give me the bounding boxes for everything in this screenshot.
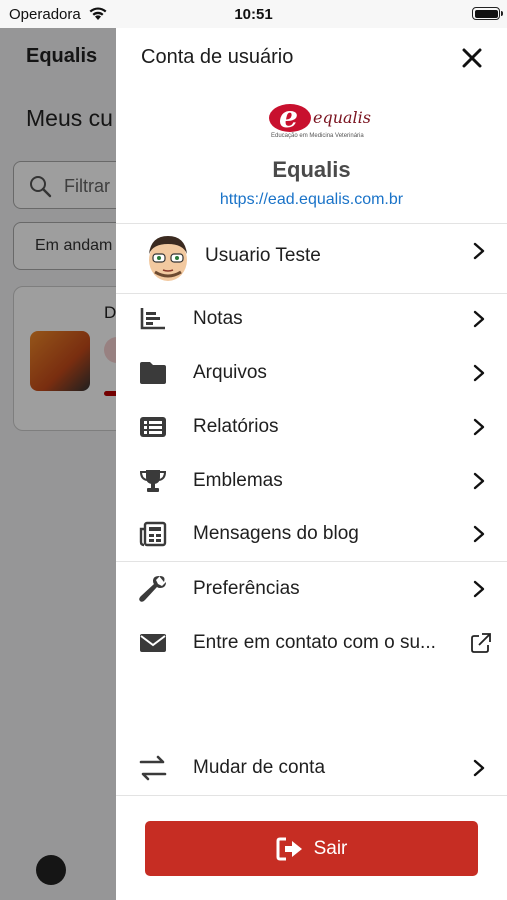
menu-label: Mensagens do blog [193, 523, 359, 544]
chevron-right-icon [473, 242, 485, 260]
menu-item-relatorios[interactable]: Relatórios [116, 400, 507, 454]
site-url-link[interactable]: https://ead.equalis.com.br [116, 191, 507, 209]
chevron-right-icon [473, 525, 485, 543]
user-account-drawer: Conta de usuário e equalis Educação em M… [116, 28, 507, 900]
menu-item-emblemas[interactable]: Emblemas [116, 454, 507, 508]
close-icon [462, 48, 482, 68]
sign-out-icon [276, 837, 302, 860]
chevron-right-icon [473, 310, 485, 328]
menu-label: Arquivos [193, 362, 267, 383]
menu-label: Relatórios [193, 416, 279, 437]
menu-label: Emblemas [193, 470, 283, 491]
drawer-title: Conta de usuário [141, 46, 294, 68]
logout-label: Sair [313, 837, 348, 859]
chevron-right-icon [473, 418, 485, 436]
menu-item-preferencias[interactable]: Preferências [116, 562, 507, 616]
logo-tagline: Educação em Medicina Veterinária [271, 133, 364, 139]
clock: 10:51 [234, 6, 273, 23]
avatar [149, 236, 187, 281]
menu-item-notas[interactable]: Notas [116, 292, 507, 346]
menu-item-contact-support[interactable]: Entre em contato com o su... [116, 616, 507, 670]
status-bar: Operadora 10:51 [0, 0, 507, 28]
chevron-right-icon [473, 759, 485, 777]
menu-item-mensagens-do-blog[interactable]: Mensagens do blog [116, 507, 507, 561]
blog-icon [138, 520, 168, 548]
wrench-icon [138, 575, 168, 603]
menu-label: Notas [193, 308, 243, 329]
menu-label: Mudar de conta [193, 757, 326, 778]
grades-icon [138, 305, 168, 333]
switch-icon [138, 754, 168, 782]
user-profile-item[interactable]: Usuario Teste [116, 224, 507, 292]
site-name: Equalis [272, 157, 351, 182]
external-link-icon [471, 633, 491, 653]
close-button[interactable] [456, 42, 488, 74]
folder-icon [138, 359, 168, 387]
logout-button[interactable]: Sair [145, 821, 478, 876]
envelope-icon [138, 629, 168, 657]
user-name: Usuario Teste [205, 245, 321, 266]
list-icon [138, 413, 168, 441]
logo-wordmark: equalis [313, 108, 371, 127]
menu-label: Preferências [193, 578, 300, 599]
site-logo: e equalis Educação em Medicina Veterinár… [269, 100, 371, 139]
chevron-right-icon [473, 364, 485, 382]
menu-item-mudar-de-conta[interactable]: Mudar de conta [116, 741, 507, 795]
trophy-icon [138, 467, 168, 495]
battery-icon [472, 7, 503, 20]
chevron-right-icon [473, 472, 485, 490]
chevron-right-icon [473, 580, 485, 598]
divider [116, 795, 507, 796]
menu-item-arquivos[interactable]: Arquivos [116, 346, 507, 400]
menu-label: Entre em contato com o su... [193, 632, 436, 653]
